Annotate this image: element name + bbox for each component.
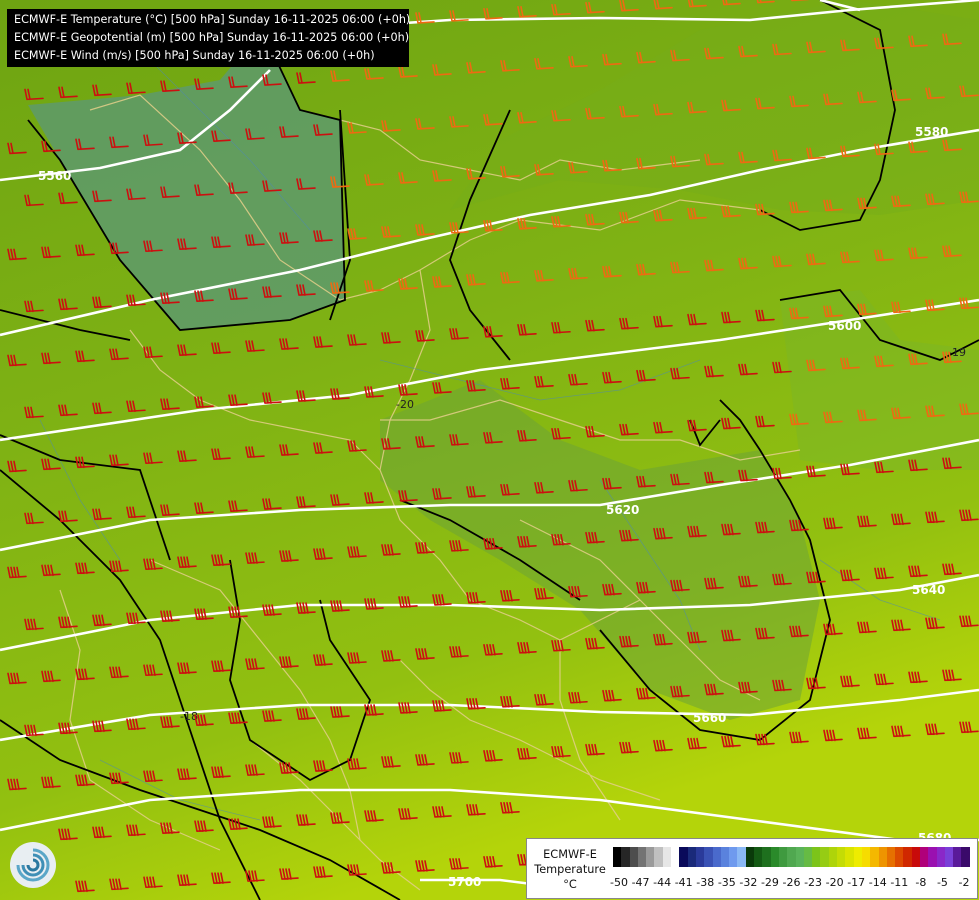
legend-tick-label: -11 xyxy=(890,876,909,889)
legend-swatch xyxy=(845,847,854,867)
legend-tick-label: -35 xyxy=(717,876,736,889)
legend-swatch xyxy=(911,847,920,867)
ecmwf-logo-icon xyxy=(10,842,56,888)
legend-unit: °C xyxy=(563,878,577,891)
legend-swatch xyxy=(803,847,813,867)
legend-swatch xyxy=(729,847,738,867)
legend-tick-label: -8 xyxy=(915,876,927,889)
legend-swatch xyxy=(944,847,954,867)
legend-ticks: -50 -47 -44 -41 -38 -35 -32 -29 -26 -23 -20 -17 -14-… xyxy=(609,876,974,890)
legend-tick-label: -50 xyxy=(610,876,628,889)
legend-tick-label: -32 xyxy=(739,876,758,889)
map-header: ECMWF-E Temperature (°C) [500 hPa] Sunda… xyxy=(7,9,411,67)
header-wind: ECMWF-E Wind (m/s) [500 hPa] Sunday 16-1… xyxy=(14,49,375,62)
legend-swatch xyxy=(695,847,705,867)
legend-swatch xyxy=(886,847,896,867)
legend-swatch xyxy=(787,847,796,867)
legend-swatch xyxy=(662,847,672,867)
temperature-legend: ECMWF-E Temperature °C -50 -47 -44 -41 -38 -3… xyxy=(526,838,978,899)
legend-swatch xyxy=(762,847,771,867)
legend-swatch xyxy=(646,847,655,867)
legend-title: ECMWF-E Temperature °C xyxy=(531,847,609,892)
legend-swatch xyxy=(919,847,929,867)
contour-label: -20 xyxy=(396,398,414,411)
legend-swatch xyxy=(704,847,713,867)
legend-swatch xyxy=(654,847,663,867)
legend-swatch xyxy=(621,847,630,867)
legend-swatch xyxy=(936,847,945,867)
legend-tick-label: -23 xyxy=(804,876,823,889)
header-geopotential: ECMWF-E Geopotential (m) [500 hPa] Sunda… xyxy=(14,31,410,44)
legend-tick-label: -14 xyxy=(868,876,887,889)
legend-swatch xyxy=(770,847,779,867)
legend-tick-label: -20 xyxy=(825,876,844,889)
legend-swatch xyxy=(737,847,746,867)
legend-swatch xyxy=(895,847,904,867)
legend-swatch xyxy=(745,847,755,867)
legend-swatch xyxy=(961,847,970,867)
legend-swatch xyxy=(778,847,788,867)
legend-swatch xyxy=(853,847,862,867)
legend-tick-label: -47 xyxy=(631,876,650,889)
legend-tick-label: -29 xyxy=(760,876,779,889)
legend-swatch xyxy=(870,847,879,867)
legend-swatch xyxy=(928,847,937,867)
legend-swatch xyxy=(687,847,696,867)
legend-tick-label: -38 xyxy=(696,876,715,889)
legend-swatch xyxy=(861,847,871,867)
legend-swatch xyxy=(828,847,838,867)
legend-swatch xyxy=(795,847,804,867)
legend-tick-label: -5 xyxy=(936,876,948,889)
legend-swatch xyxy=(671,847,680,867)
contour-label: 5560 xyxy=(38,169,71,183)
contour-label: 5640 xyxy=(912,583,945,597)
legend-swatch xyxy=(953,847,962,867)
contour-label: 5660 xyxy=(693,711,726,725)
contour-label: 5700 xyxy=(448,875,481,889)
legend-tick-label: -2 xyxy=(958,876,970,889)
header-temperature: ECMWF-E Temperature (°C) [500 hPa] Sunda… xyxy=(14,13,411,26)
contour-label: 5580 xyxy=(915,125,948,139)
legend-swatch xyxy=(679,847,688,867)
legend-tick-label: -17 xyxy=(847,876,866,889)
legend-title-source: ECMWF-E xyxy=(543,848,597,861)
contour-label: 5620 xyxy=(606,503,639,517)
legend-swatch xyxy=(754,847,763,867)
legend-swatch xyxy=(637,847,647,867)
legend-tick-label: -26 xyxy=(782,876,801,889)
legend-swatch xyxy=(812,847,821,867)
legend-swatch xyxy=(720,847,730,867)
legend-title-variable: Temperature xyxy=(534,863,606,876)
contour-label: 5600 xyxy=(828,319,861,333)
legend-swatch xyxy=(903,847,912,867)
weather-map: 5560 5580 5600 5620 5640 5660 5680 5700 … xyxy=(0,0,979,900)
legend-swatch xyxy=(837,847,846,867)
legend-tick-label: -44 xyxy=(653,876,672,889)
legend-swatch xyxy=(820,847,829,867)
legend-swatch xyxy=(629,847,638,867)
legend-color-bar xyxy=(613,847,970,867)
legend-tick-label: -41 xyxy=(674,876,693,889)
legend-swatch xyxy=(878,847,887,867)
legend-swatch xyxy=(613,847,622,867)
legend-swatch xyxy=(712,847,721,867)
